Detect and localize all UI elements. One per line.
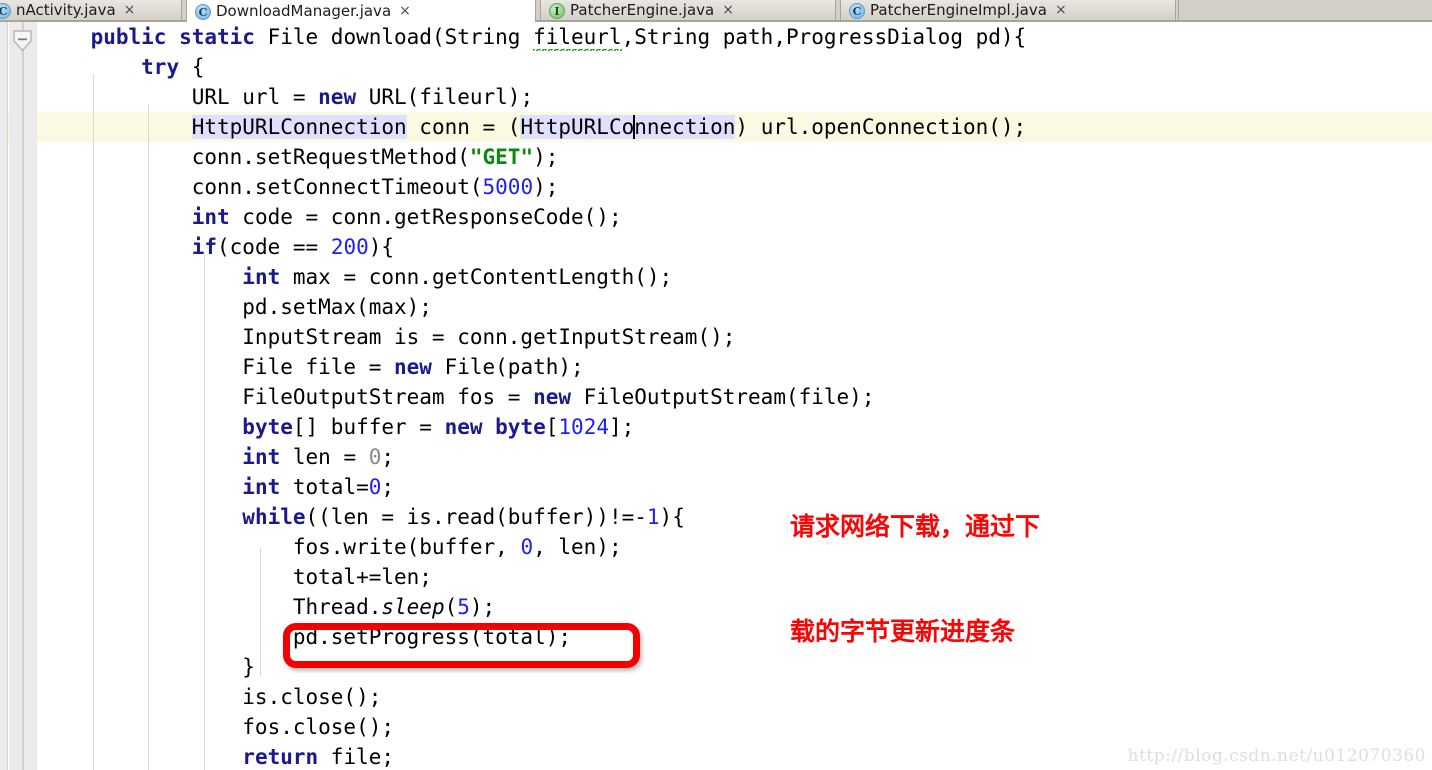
editor-tab-nactivity[interactable]: C nActivity.java × bbox=[0, 0, 182, 22]
tab-close-icon[interactable]: × bbox=[722, 2, 734, 18]
code-line[interactable]: FileOutputStream fos = new FileOutputStr… bbox=[0, 382, 874, 412]
code-line[interactable]: return file; bbox=[0, 742, 394, 770]
code-line[interactable]: } bbox=[0, 652, 255, 682]
blog-watermark: http://blog.csdn.net/u012070360 bbox=[1127, 746, 1426, 766]
java-class-icon: C bbox=[849, 3, 865, 19]
tab-bar-divider bbox=[1178, 0, 1179, 22]
text-caret bbox=[633, 115, 636, 139]
code-line[interactable]: File file = new File(path); bbox=[0, 352, 583, 382]
code-editor-area[interactable]: public static File download(String fileu… bbox=[0, 22, 1432, 770]
code-line[interactable]: public static File download(String fileu… bbox=[0, 22, 1026, 52]
annotation-note-line1: 请求网络下载，通过下 bbox=[790, 512, 1041, 541]
code-line[interactable]: pd.setMax(max); bbox=[0, 292, 432, 322]
editor-window: C nActivity.java × C DownloadManager.jav… bbox=[0, 0, 1432, 770]
code-line[interactable]: int len = 0; bbox=[0, 442, 394, 472]
code-line[interactable]: if(code == 200){ bbox=[0, 232, 394, 262]
code-line[interactable]: fos.close(); bbox=[0, 712, 394, 742]
java-interface-icon: I bbox=[549, 3, 565, 19]
code-line[interactable]: URL url = new URL(fileurl); bbox=[0, 82, 533, 112]
editor-tab-label: DownloadManager.java bbox=[216, 2, 392, 20]
java-class-icon: C bbox=[195, 4, 211, 20]
editor-tab-label: PatcherEngine.java bbox=[570, 1, 715, 19]
occurrence-highlight: HttpURLConnection bbox=[520, 115, 736, 139]
java-class-icon: C bbox=[0, 3, 11, 19]
code-line[interactable]: conn.setRequestMethod("GET"); bbox=[0, 142, 559, 172]
code-line[interactable]: while((len = is.read(buffer))!=-1){ bbox=[0, 502, 685, 532]
editor-tab-bar: C nActivity.java × C DownloadManager.jav… bbox=[0, 0, 1432, 22]
editor-tab-patcherengine[interactable]: I PatcherEngine.java × bbox=[540, 0, 836, 22]
tab-close-icon[interactable]: × bbox=[399, 3, 411, 19]
code-line[interactable]: try { bbox=[0, 52, 204, 82]
code-line[interactable]: byte[] buffer = new byte[1024]; bbox=[0, 412, 634, 442]
code-line[interactable]: total+=len; bbox=[0, 562, 432, 592]
code-line[interactable]: is.close(); bbox=[0, 682, 381, 712]
editor-tab-label: nActivity.java bbox=[16, 1, 116, 19]
editor-tab-patcherengineimpl[interactable]: C PatcherEngineImpl.java × bbox=[840, 0, 1176, 22]
tab-close-icon[interactable]: × bbox=[124, 2, 136, 18]
tab-close-icon[interactable]: × bbox=[1055, 2, 1067, 18]
code-line[interactable]: fos.write(buffer, 0, len); bbox=[0, 532, 622, 562]
code-line[interactable]: Thread.sleep(5); bbox=[0, 592, 495, 622]
occurrence-highlight: HttpURLConnection bbox=[191, 115, 407, 139]
annotation-note: 请求网络下载，通过下 载的字节更新进度条 bbox=[790, 439, 1040, 719]
code-line[interactable]: conn.setConnectTimeout(5000); bbox=[0, 172, 559, 202]
code-line[interactable]: int max = conn.getContentLength(); bbox=[0, 262, 672, 292]
code-line[interactable]: int code = conn.getResponseCode(); bbox=[0, 202, 622, 232]
code-line-highlighted[interactable]: pd.setProgress(total); bbox=[0, 622, 571, 652]
annotation-note-line2: 载的字节更新进度条 bbox=[790, 617, 1016, 646]
code-line[interactable]: int total=0; bbox=[0, 472, 394, 502]
editor-tab-label: PatcherEngineImpl.java bbox=[870, 1, 1047, 19]
code-line-current[interactable]: HttpURLConnection conn = (HttpURLConnect… bbox=[0, 112, 1026, 142]
source-code[interactable]: public static File download(String fileu… bbox=[0, 22, 1432, 770]
code-line[interactable]: InputStream is = conn.getInputStream(); bbox=[0, 322, 735, 352]
editor-tab-downloadmanager[interactable]: C DownloadManager.java × bbox=[186, 0, 536, 22]
